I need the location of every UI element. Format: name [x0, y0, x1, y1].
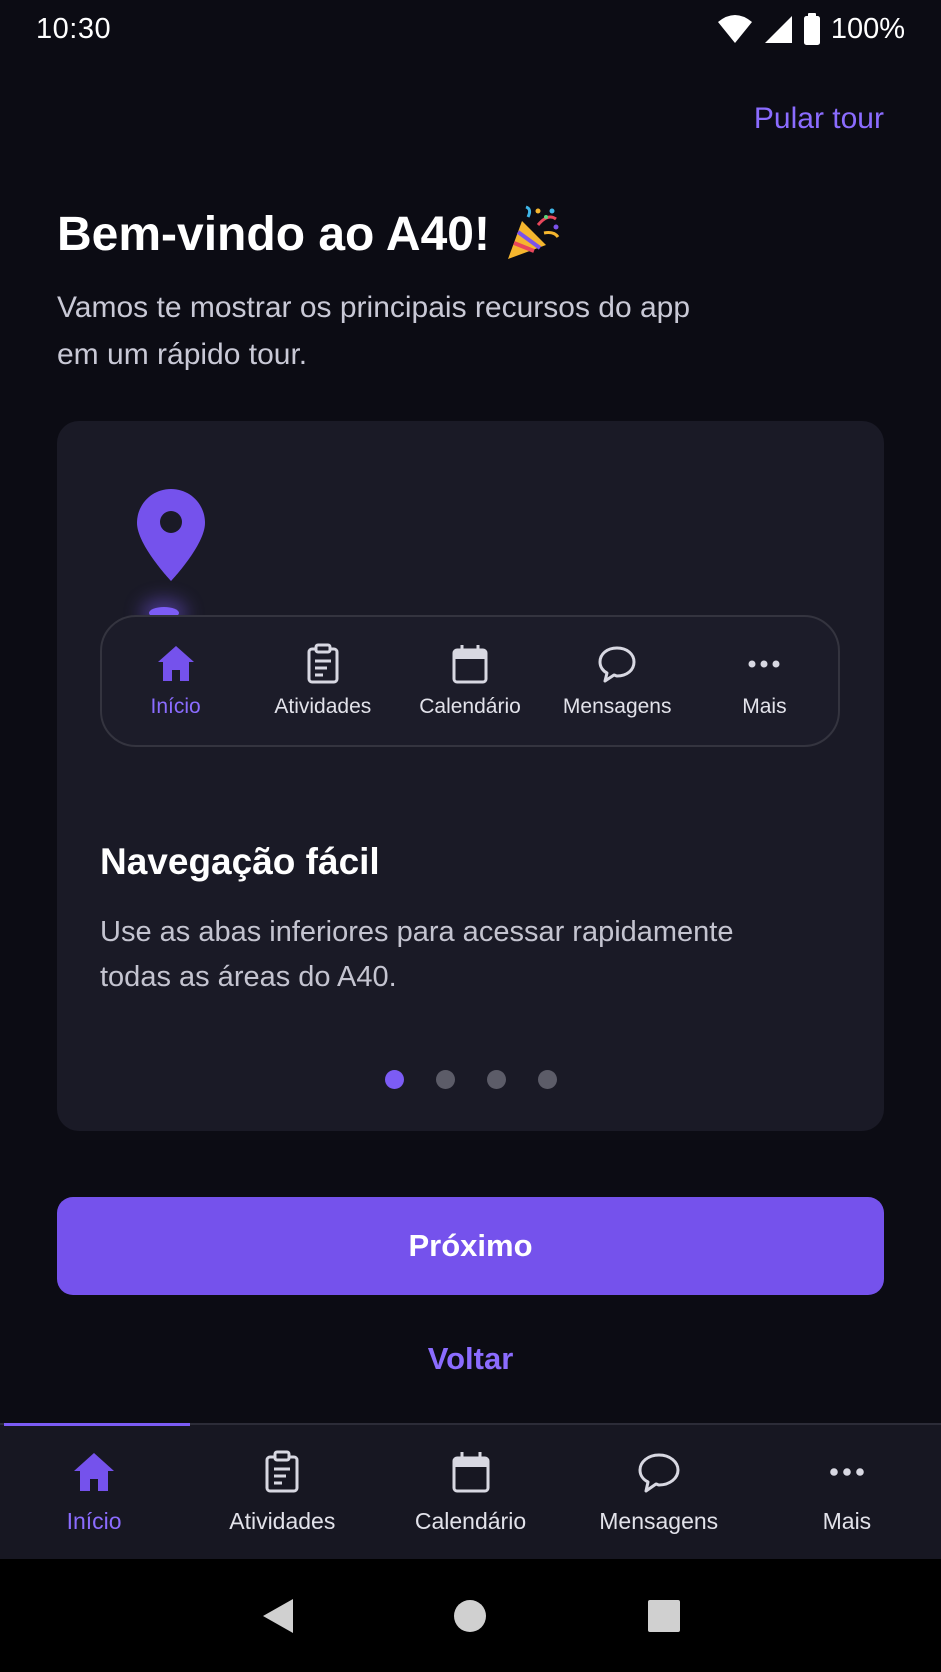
tab-atividades[interactable]: Atividades: [188, 1425, 376, 1559]
calendar-icon: [452, 645, 488, 684]
location-pin-icon: [137, 489, 205, 581]
chat-icon: [598, 646, 636, 683]
more-icon: [748, 660, 780, 668]
mini-nav-label: Atividades: [274, 695, 372, 718]
battery-percent: 100%: [830, 12, 905, 45]
active-tab-indicator: [4, 1423, 190, 1426]
page-dot-2[interactable]: [435, 1070, 455, 1089]
status-time: 10:30: [36, 12, 112, 45]
mini-nav-item-mais: Mais: [691, 617, 838, 745]
more-icon: [830, 1467, 864, 1476]
welcome-title: Bem-vindo ao A40!: [57, 205, 562, 263]
clipboard-icon: [265, 1450, 299, 1492]
system-recents-button[interactable]: [644, 1596, 684, 1636]
feature-title: Navegação fácil: [100, 841, 380, 882]
system-back-button[interactable]: [257, 1596, 297, 1636]
tab-label: Atividades: [229, 1507, 336, 1534]
page-dot-4[interactable]: [537, 1070, 557, 1089]
clipboard-icon: [307, 643, 339, 684]
tab-calendario[interactable]: Calendário: [376, 1425, 564, 1559]
chat-icon: [638, 1453, 680, 1492]
mini-nav-item-inicio: Início: [102, 617, 249, 745]
mini-nav-label: Mais: [742, 695, 787, 718]
page-dot-3[interactable]: [486, 1070, 506, 1089]
tab-label: Calendário: [414, 1507, 527, 1534]
system-nav-bar: [0, 1559, 941, 1672]
page-dot-1[interactable]: [384, 1070, 404, 1089]
tab-label: Mensagens: [599, 1507, 719, 1534]
mini-nav-item-mensagens: Mensagens: [544, 617, 691, 745]
tab-label: Mais: [822, 1507, 872, 1534]
mini-nav-label: Calendário: [419, 695, 521, 718]
welcome-title-text: Bem-vindo ao A40!: [57, 207, 490, 261]
party-popper-icon: [507, 205, 560, 259]
tab-label: Início: [66, 1507, 122, 1534]
mini-nav-item-atividades: Atividades: [249, 617, 396, 745]
back-button[interactable]: Voltar: [0, 1341, 941, 1377]
tab-inicio[interactable]: Início: [0, 1425, 188, 1559]
mini-nav-item-calendario: Calendário: [396, 617, 543, 745]
calendar-icon: [452, 1451, 489, 1492]
signal-icon: [764, 16, 792, 43]
home-icon: [157, 646, 194, 681]
tab-mensagens[interactable]: Mensagens: [565, 1425, 753, 1559]
bottom-nav: Início Atividades Calendário Mensagens M…: [0, 1423, 941, 1559]
mini-nav-label: Mensagens: [562, 695, 672, 718]
back-triangle-icon: [262, 1598, 293, 1633]
skip-tour-button[interactable]: Pular tour: [754, 102, 884, 136]
home-icon: [74, 1452, 115, 1491]
wifi-icon: [717, 15, 752, 43]
tab-mais[interactable]: Mais: [753, 1425, 941, 1559]
mini-nav-preview: Início Atividades Calendário Mensagens M…: [100, 615, 840, 747]
status-bar: 10:30 100%: [0, 0, 941, 58]
page-indicator: [57, 1070, 884, 1089]
battery-icon: [803, 13, 820, 45]
next-button[interactable]: Próximo: [57, 1197, 884, 1295]
recents-square-icon: [648, 1599, 681, 1632]
home-circle-icon: [454, 1599, 487, 1632]
feature-description: Use as abas inferiores para acessar rapi…: [100, 916, 734, 993]
welcome-subtitle: Vamos te mostrar os principais recursos …: [57, 291, 691, 371]
status-icons: 100%: [717, 13, 905, 46]
tour-card: Início Atividades Calendário Mensagens M…: [57, 421, 884, 1131]
system-home-button[interactable]: [450, 1596, 490, 1636]
mini-nav-label: Início: [150, 695, 201, 718]
